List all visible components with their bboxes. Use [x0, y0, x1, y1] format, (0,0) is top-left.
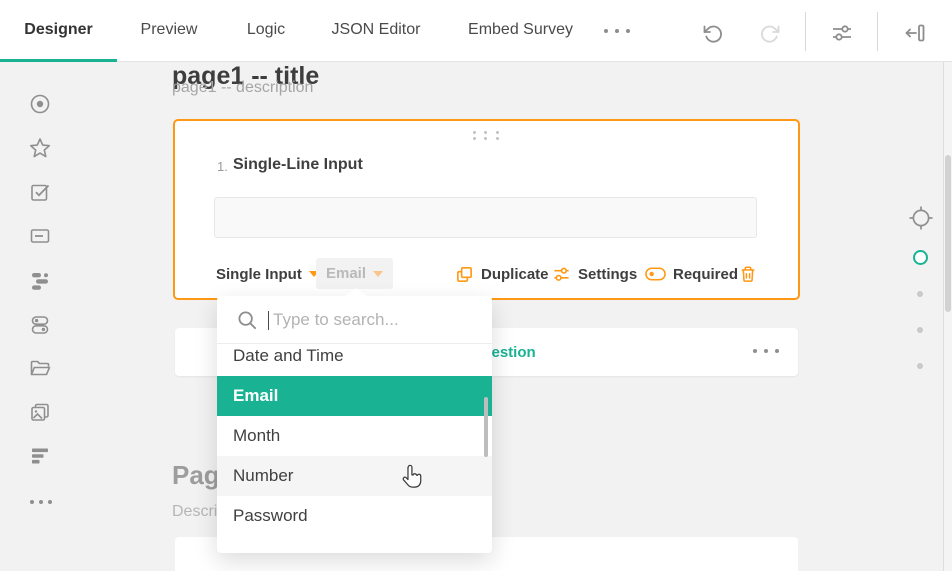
question-type-selector[interactable]: Single Input — [216, 262, 319, 286]
page-description[interactable]: page1 -- description — [172, 79, 313, 97]
toolbox-item-boolean-icon[interactable] — [28, 313, 52, 337]
dropdown-list: Date and Time Email Month Number Passwor… — [217, 345, 492, 553]
main-scrollbar-thumb[interactable] — [945, 155, 951, 312]
tab-strip: Designer Preview Logic JSON Editor Embed… — [0, 0, 600, 62]
tab-designer[interactable]: Designer — [0, 0, 117, 62]
redo-button[interactable] — [758, 21, 782, 50]
toolbox-more-icon[interactable] — [30, 500, 52, 504]
toolbox-item-radiogroup-icon[interactable] — [28, 92, 52, 116]
popup-notch — [345, 288, 367, 296]
input-type-dropdown-popup: Date and Time Email Month Number Passwor… — [217, 288, 492, 553]
duplicate-button[interactable]: Duplicate — [455, 262, 549, 286]
toolbar-divider — [805, 12, 806, 51]
text-caret — [268, 311, 270, 330]
toolbox-item-checkbox-icon[interactable] — [28, 180, 52, 204]
page-nav-dot[interactable] — [917, 291, 923, 297]
copy-icon — [455, 265, 474, 284]
required-toggle[interactable]: Required — [645, 262, 738, 286]
dropdown-search-row — [217, 296, 492, 344]
topbar: Designer Preview Logic JSON Editor Embed… — [0, 0, 952, 62]
page-nav-dot[interactable] — [917, 327, 923, 333]
page-nav-dot-active[interactable] — [913, 250, 928, 265]
sliders-icon — [552, 265, 571, 284]
page-nav-dot[interactable] — [917, 363, 923, 369]
undo-icon — [703, 25, 722, 43]
toolbar-divider — [877, 12, 878, 51]
popup-scrollbar-thumb[interactable] — [484, 397, 488, 457]
undo-button[interactable] — [701, 21, 725, 50]
main-scrollbar-track[interactable] — [943, 62, 952, 571]
question-more-icon[interactable] — [753, 349, 779, 353]
survey-settings-button[interactable] — [830, 21, 854, 50]
tab-preview[interactable]: Preview — [117, 0, 221, 62]
toolbox-item-multi-dropdown-icon[interactable] — [28, 268, 52, 292]
dropdown-item-password[interactable]: Password — [217, 496, 492, 536]
delete-question-button[interactable] — [739, 262, 757, 286]
chevron-down-icon — [373, 270, 384, 277]
survey-creator-window: page1 -- title page1 -- description Desi… — [0, 0, 952, 571]
toolbox-item-file-upload-icon[interactable] — [28, 356, 52, 380]
toolbox-item-image-picker-icon[interactable] — [28, 400, 52, 424]
sliders-icon — [833, 25, 851, 41]
dropdown-item-month[interactable]: Month — [217, 416, 492, 456]
question-title[interactable]: Single-Line Input — [233, 156, 363, 174]
collapse-left-icon — [905, 24, 925, 42]
question-settings-button[interactable]: Settings — [552, 262, 637, 286]
active-tab-underline — [0, 59, 117, 62]
question-number: 1. — [217, 159, 228, 174]
search-icon — [236, 309, 258, 336]
dropdown-item-date-and-time[interactable]: Date and Time — [217, 345, 492, 376]
tab-logic[interactable]: Logic — [221, 0, 311, 62]
locator-icon — [909, 206, 933, 230]
dropdown-item-email[interactable]: Email — [217, 376, 492, 416]
dropdown-item-number[interactable]: Number — [217, 456, 492, 496]
toolbox-item-ranking-icon[interactable] — [28, 444, 52, 468]
collapse-panel-button[interactable] — [902, 21, 926, 50]
drag-handle-icon[interactable] — [469, 129, 503, 141]
toolbox-item-rating-icon[interactable] — [28, 136, 52, 160]
tab-embed-survey[interactable]: Embed Survey — [441, 0, 600, 62]
toolbox-item-dropdown-icon[interactable] — [28, 224, 52, 248]
redo-icon — [761, 25, 780, 43]
toggle-off-icon — [645, 267, 666, 281]
question-text-input[interactable] — [214, 197, 757, 238]
fit-page-button[interactable] — [907, 204, 935, 237]
input-type-selector[interactable]: Email — [316, 258, 394, 289]
tabs-more-icon[interactable] — [604, 29, 630, 33]
trash-icon — [739, 264, 757, 284]
dropdown-search-input[interactable] — [271, 304, 471, 336]
tab-json-editor[interactable]: JSON Editor — [311, 0, 441, 62]
